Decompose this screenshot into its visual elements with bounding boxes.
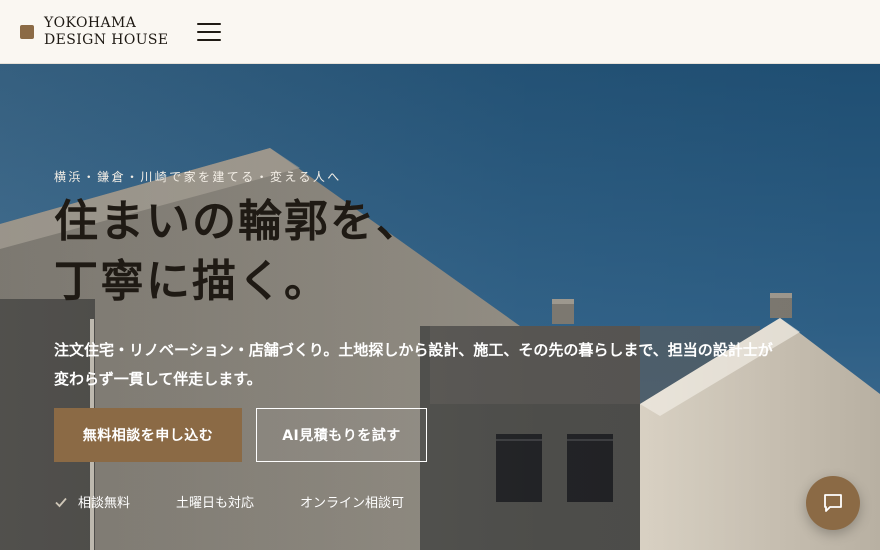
hero-lead: 注文住宅・リノベーション・店舗づくり。土地探しから設計、施工、その先の暮らしまで… xyxy=(54,336,844,394)
feature-label: 相談無料 xyxy=(78,496,131,511)
check-icon xyxy=(276,495,290,509)
hero-headline: 住まいの輪郭を、 丁寧に描く。 xyxy=(54,192,422,312)
hamburger-menu-icon[interactable] xyxy=(196,22,221,41)
check-icon xyxy=(152,495,166,509)
brand-name-line2: DESIGN HOUSE xyxy=(44,31,169,48)
brand-logo[interactable]: YOKOHAMA DESIGN HOUSE xyxy=(20,15,169,49)
cta-row: 無料相談を申し込む AI見積もりを試す xyxy=(54,408,427,462)
feature-item: 土曜日も対応 xyxy=(152,492,254,511)
brand-name: YOKOHAMA DESIGN HOUSE xyxy=(44,15,169,49)
chat-bubble-icon xyxy=(824,494,842,512)
feature-label: 土曜日も対応 xyxy=(176,496,255,511)
feature-list: 相談無料 土曜日も対応 オンライン相談可 xyxy=(54,492,404,511)
brand-name-line1: YOKOHAMA xyxy=(44,14,137,31)
ai-estimate-button[interactable]: AI見積もりを試す xyxy=(256,408,427,462)
check-icon xyxy=(55,497,67,507)
hero-lead-line1: 注文住宅・リノベーション・店舗づくり。土地探しから設計、施工、その先の暮らしまで… xyxy=(54,341,773,359)
hero-headline-line2: 丁寧に描く。 xyxy=(54,256,330,307)
feature-item: オンライン相談可 xyxy=(276,492,404,511)
feature-item: 相談無料 xyxy=(54,492,130,511)
chat-button[interactable] xyxy=(806,476,860,530)
hero-lead-line2: 変わらず一貫して伴走します。 xyxy=(54,370,262,388)
hero-section: 横浜・鎌倉・川崎で家を建てる・変える人へ 住まいの輪郭を、 丁寧に描く。 注文住… xyxy=(0,64,880,550)
hero-eyebrow: 横浜・鎌倉・川崎で家を建てる・変える人へ xyxy=(54,170,342,184)
hero-headline-line1: 住まいの輪郭を、 xyxy=(54,196,422,247)
brand-mark-icon xyxy=(20,24,34,39)
site-header: YOKOHAMA DESIGN HOUSE xyxy=(0,0,880,64)
free-consultation-button[interactable]: 無料相談を申し込む xyxy=(54,408,242,462)
feature-label: オンライン相談可 xyxy=(300,496,405,511)
